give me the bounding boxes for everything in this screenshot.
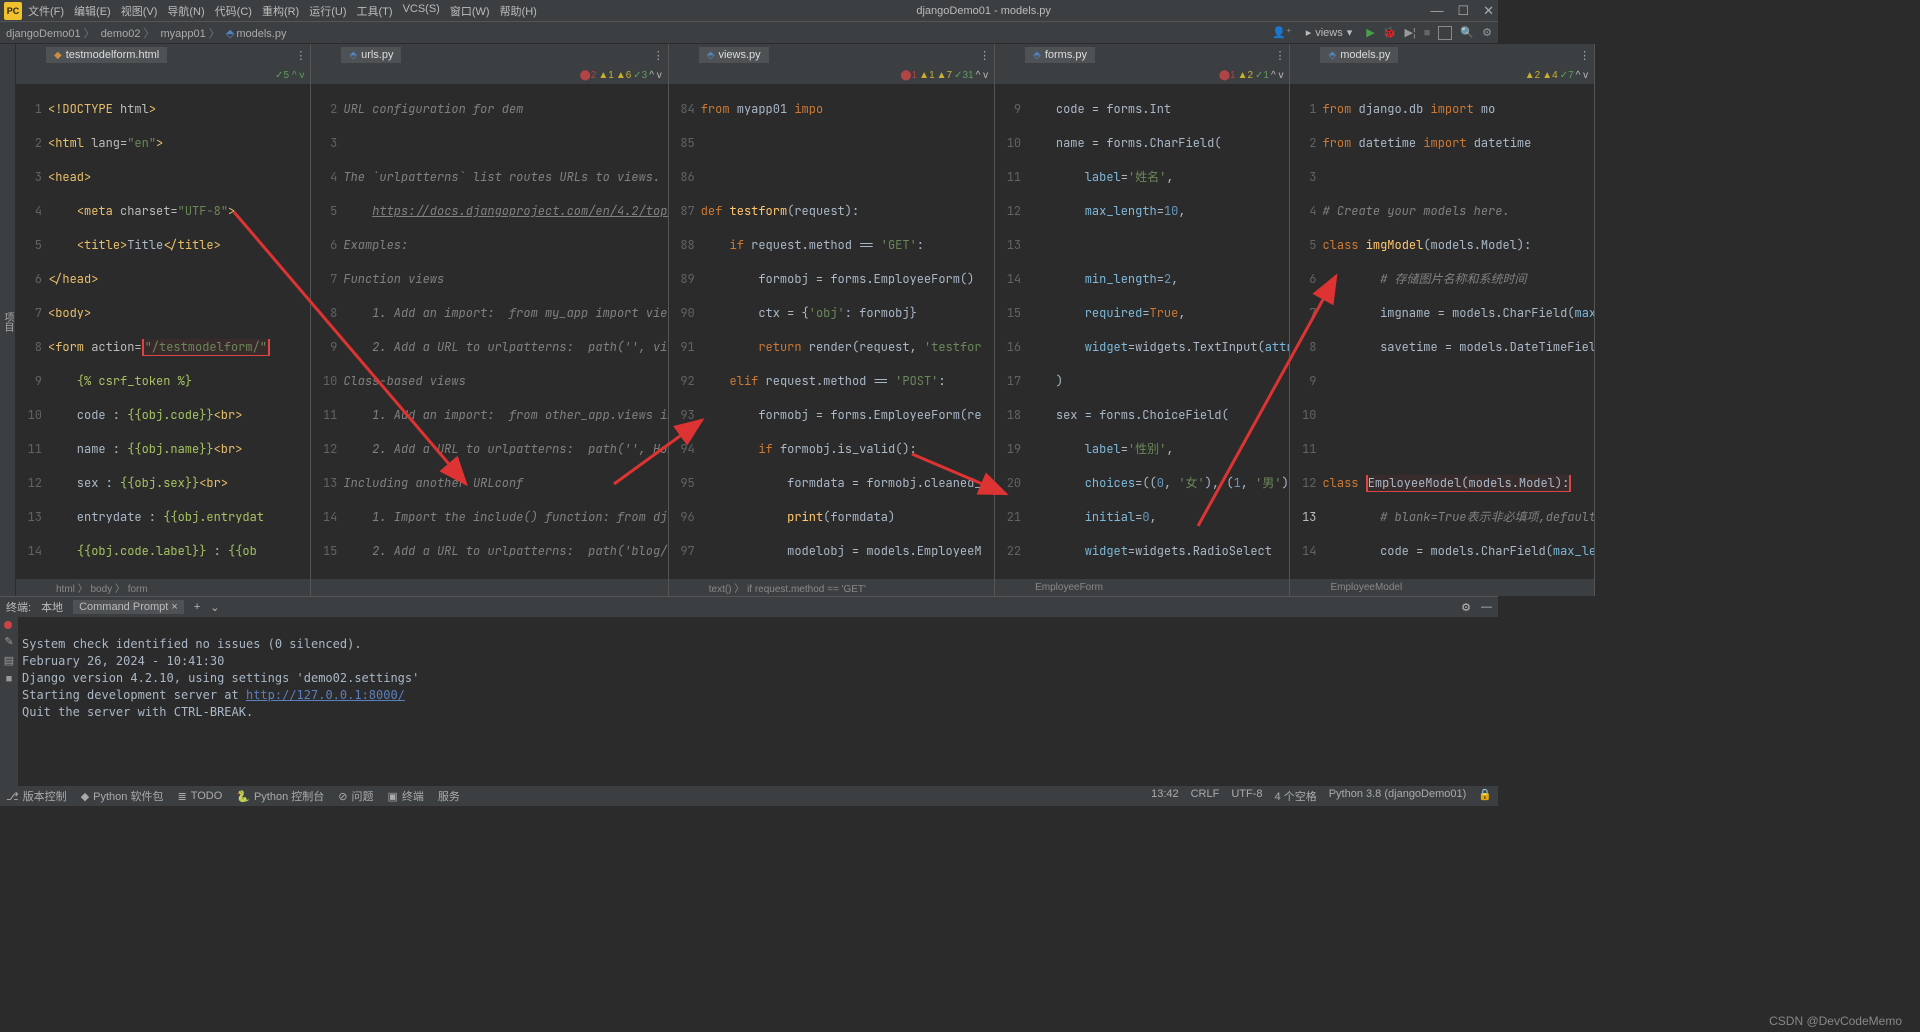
code-editor-1[interactable]: 1<!DOCTYPE html> 2<html lang="en"> 3<hea…	[16, 84, 310, 578]
search-icon[interactable]: 🔍	[1460, 26, 1474, 39]
status-line-sep[interactable]: CRLF	[1191, 788, 1220, 804]
terminal-dropdown-icon[interactable]: ⌄	[210, 601, 219, 614]
debug-button[interactable]: 🐞	[1383, 26, 1397, 39]
watermark: CSDN @DevCodeMemo	[1769, 1014, 1902, 1028]
status-version-control[interactable]: ⎇ 版本控制	[6, 788, 67, 804]
status-terminal[interactable]: ▣ 终端	[388, 788, 424, 804]
terminal-local-label[interactable]: 本地	[41, 599, 63, 615]
stop-button[interactable]: ■	[1424, 27, 1431, 39]
status-problems[interactable]: ⊘ 问题	[338, 788, 373, 804]
code-editor-2[interactable]: 2URL configuration for dem 3 4The `urlpa…	[311, 84, 667, 578]
right-tool-strip[interactable]	[1595, 44, 1596, 596]
tab-testmodelform-html[interactable]: ◆testmodelform.html	[46, 47, 167, 63]
tab-models-py[interactable]: ⬘models.py	[1320, 47, 1398, 63]
terminal-gutter[interactable]: ✎▤■	[0, 617, 18, 786]
editor-pane-4: ⬘forms.py⋮ ⬤1 ▲2 ✓1 ^ v 9 code = forms.I…	[995, 44, 1290, 596]
editor-breadcrumb-1[interactable]: html 〉 body 〉 form	[16, 578, 310, 596]
code-editor-5[interactable]: 1from django.db import mo 2from datetime…	[1290, 84, 1594, 578]
status-caret-pos[interactable]: 13:42	[1151, 788, 1179, 804]
terminal-add-button[interactable]: +	[194, 601, 200, 613]
editor-pane-3: ⬘views.py⋮ ⬤1 ▲1 ▲7 ✓31 ^ v 84from myapp…	[669, 44, 995, 596]
left-tool-strip[interactable]: 项目	[0, 44, 16, 596]
terminal-title: 终端:	[6, 599, 31, 615]
status-todo[interactable]: ≣ TODO	[177, 790, 222, 803]
title-bar: PC 文件(F)编辑(E)视图(V)导航(N)代码(C)重构(R)运行(U)工具…	[0, 0, 1498, 22]
vcs-button[interactable]	[1438, 26, 1452, 40]
app-logo: PC	[4, 2, 22, 20]
settings-icon[interactable]: ⚙	[1482, 26, 1492, 39]
status-python-packages[interactable]: ◆ Python 软件包	[81, 788, 164, 804]
status-encoding[interactable]: UTF-8	[1231, 788, 1262, 804]
editor-pane-2: ⬘urls.py⋮ ⬤2 ▲1 ▲6 ✓3 ^ v 2URL configura…	[311, 44, 668, 596]
status-interpreter[interactable]: Python 3.8 (djangoDemo01)	[1329, 788, 1467, 804]
code-editor-3[interactable]: 84from myapp01 impo 85 86 87def testform…	[669, 84, 994, 578]
status-python-console[interactable]: 🐍 Python 控制台	[236, 788, 324, 804]
terminal-settings-icon[interactable]: ⚙	[1461, 601, 1471, 614]
editor-pane-1: ◆testmodelform.html ⋮ ✓5 ^ v 1<!DOCTYPE h…	[16, 44, 311, 596]
status-indent[interactable]: 4 个空格	[1275, 788, 1317, 804]
editor-pane-5: ⬘models.py⋮ ▲2 ▲4 ✓7 ^ v 1from django.db…	[1290, 44, 1595, 596]
more-run-button[interactable]: ▶¦	[1404, 26, 1415, 39]
editor-splitter: ◆testmodelform.html ⋮ ✓5 ^ v 1<!DOCTYPE h…	[16, 44, 1595, 596]
run-button[interactable]: ▶	[1366, 26, 1374, 39]
terminal-panel: 终端: 本地 Command Prompt × + ⌄ ⚙ — ✎▤■ Syst…	[0, 596, 1498, 786]
main-menu[interactable]: 文件(F)编辑(E)视图(V)导航(N)代码(C)重构(R)运行(U)工具(T)…	[28, 3, 537, 19]
terminal-output[interactable]: System check identified no issues (0 sil…	[18, 617, 1498, 786]
run-config[interactable]: ▸ views ▾	[1300, 25, 1359, 40]
window-buttons[interactable]: —☐✕	[1430, 3, 1494, 19]
terminal-hide-icon[interactable]: —	[1481, 601, 1492, 613]
status-services[interactable]: 服务	[438, 788, 460, 804]
code-editor-4[interactable]: 9 code = forms.Int 10 name = forms.CharF…	[995, 84, 1289, 578]
breadcrumb[interactable]: djangoDemo01〉 demo02〉 myapp01〉 ⬘models.p…	[6, 25, 286, 41]
status-lock-icon[interactable]: 🔒	[1478, 788, 1492, 804]
tab-urls-py[interactable]: ⬘urls.py	[341, 47, 401, 63]
tab-menu-icon[interactable]: ⋮	[295, 49, 306, 62]
terminal-tab[interactable]: Command Prompt ×	[73, 600, 184, 614]
inspection-badges[interactable]: ✓5 ^ v	[275, 70, 304, 81]
status-bar: ⎇ 版本控制 ◆ Python 软件包 ≣ TODO 🐍 Python 控制台 …	[0, 786, 1498, 806]
window-title: djangoDemo01 - models.py	[537, 5, 1431, 17]
navigation-bar: djangoDemo01〉 demo02〉 myapp01〉 ⬘models.p…	[0, 22, 1498, 44]
tab-views-py[interactable]: ⬘views.py	[699, 47, 769, 63]
user-icon[interactable]: 👤⁺	[1272, 26, 1292, 39]
tab-forms-py[interactable]: ⬘forms.py	[1025, 47, 1095, 63]
